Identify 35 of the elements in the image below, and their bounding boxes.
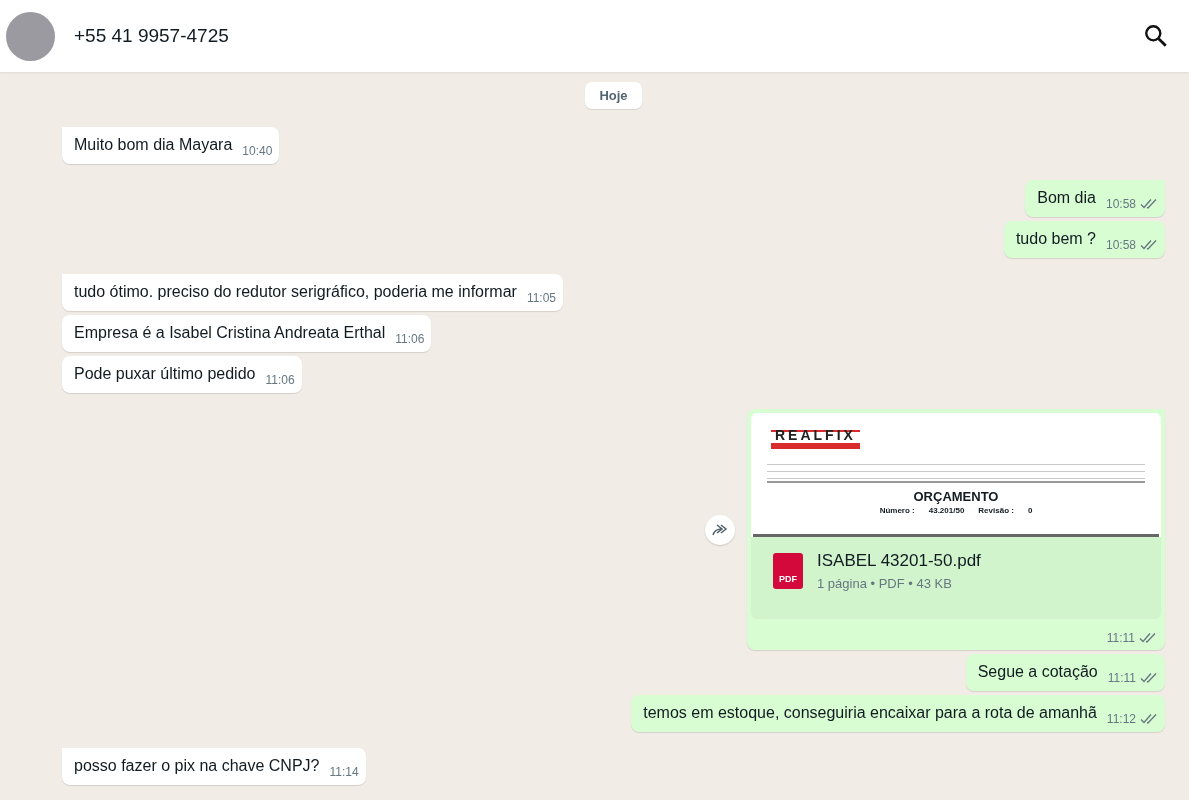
file-name: ISABEL 43201-50.pdf (817, 551, 981, 571)
contact-avatar[interactable] (6, 11, 55, 61)
message-time: 11:05 (526, 291, 556, 305)
message-time: 10:58 (1105, 197, 1136, 211)
number-value: 43.201/50 (928, 506, 965, 515)
message-time: 11:14 (329, 765, 359, 779)
message-text: Pode puxar último pedido (74, 364, 256, 384)
document-title: ORÇAMENTO (913, 489, 999, 504)
revision-label: Revisão : (978, 506, 1014, 515)
search-icon[interactable] (1143, 23, 1169, 49)
forward-button[interactable] (705, 514, 735, 545)
message-text: tudo bem ? (1015, 229, 1096, 249)
pdf-file-icon: PDF (773, 553, 803, 589)
date-chip: Hoje (585, 82, 642, 109)
revision-value: 0 (1027, 506, 1033, 515)
file-card[interactable]: PDF ISABEL 43201-50.pdf 1 página • PDF • 43 KB (751, 537, 1161, 619)
message-text: Bom dia (1037, 188, 1096, 208)
message-time: 11:06 (395, 332, 425, 346)
message-text: Muito bom dia Mayara (74, 135, 233, 155)
message-text: tudo ótimo. preciso do redutor serigráfico, poderia me informar (74, 282, 517, 302)
file-meta: 1 página • PDF • 43 KB (817, 576, 953, 591)
message-time: 11:12 (1106, 712, 1136, 726)
document-message[interactable]: REALFIX ORÇAMENTO Número : 43.201/50 Revisão : 0 PDF ISABEL 43201-50.pdf 1 página • PDF • 43 KB 11:11 (747, 409, 1165, 650)
message-time: 11:11 (1106, 631, 1135, 645)
message-text: Empresa é a Isabel Cristina Andreata Erthal (74, 323, 386, 343)
contact-name[interactable]: +55 41 9957-4725 (74, 25, 1143, 47)
number-label: Número : (879, 506, 915, 515)
message-time: 11:06 (265, 373, 295, 387)
message-text: Segue a cotação (977, 662, 1098, 682)
message-text: temos em estoque, conseguiria encaixar para a rota de amanhã (643, 703, 1097, 723)
message-time: 10:58 (1105, 238, 1136, 252)
forward-icon (711, 522, 729, 537)
message-text: posso fazer o pix na chave CNPJ? (74, 756, 320, 776)
message-time: 10:40 (242, 144, 273, 158)
message-time: 11:11 (1107, 671, 1136, 685)
